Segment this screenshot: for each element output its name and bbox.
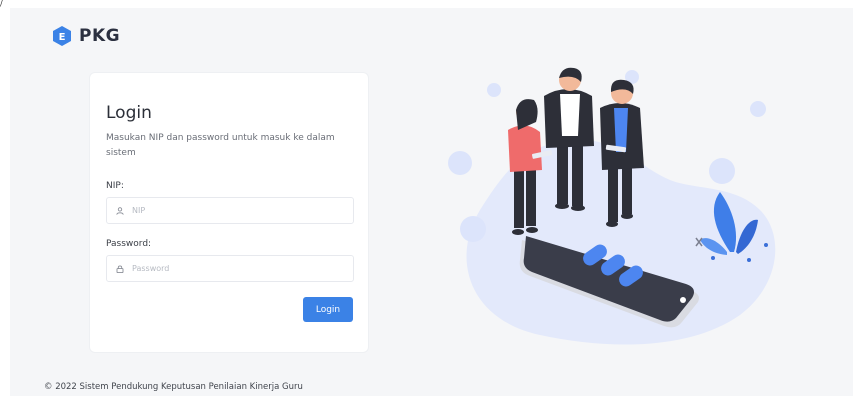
password-input[interactable] bbox=[130, 263, 334, 274]
password-label: Password: bbox=[106, 239, 152, 249]
login-title: Login bbox=[106, 103, 152, 123]
login-button[interactable]: Login bbox=[303, 297, 353, 322]
user-icon bbox=[116, 206, 124, 215]
brand-logo-icon: E bbox=[53, 26, 71, 46]
password-field[interactable] bbox=[106, 255, 354, 282]
login-illustration bbox=[448, 67, 776, 345]
nip-label: NIP: bbox=[106, 181, 124, 191]
deco-circle bbox=[487, 83, 501, 97]
brand[interactable]: E PKG bbox=[51, 25, 120, 47]
nip-field[interactable] bbox=[106, 197, 354, 224]
corner-mark: / bbox=[0, 0, 3, 8]
deco-circle bbox=[460, 216, 486, 242]
brand-name: PKG bbox=[79, 26, 121, 46]
footer-copyright: © 2022 Sistem Pendukung Keputusan Penila… bbox=[44, 382, 303, 392]
deco-circle bbox=[448, 151, 472, 175]
login-card: Login Masukan NIP dan password untuk mas… bbox=[90, 73, 368, 352]
login-description: Masukan NIP dan password untuk masuk ke … bbox=[106, 133, 335, 158]
svg-text:E: E bbox=[59, 32, 66, 43]
deco-circle bbox=[709, 158, 735, 184]
lock-icon bbox=[116, 264, 124, 273]
nip-input[interactable] bbox=[130, 205, 334, 216]
deco-circle bbox=[750, 101, 766, 117]
